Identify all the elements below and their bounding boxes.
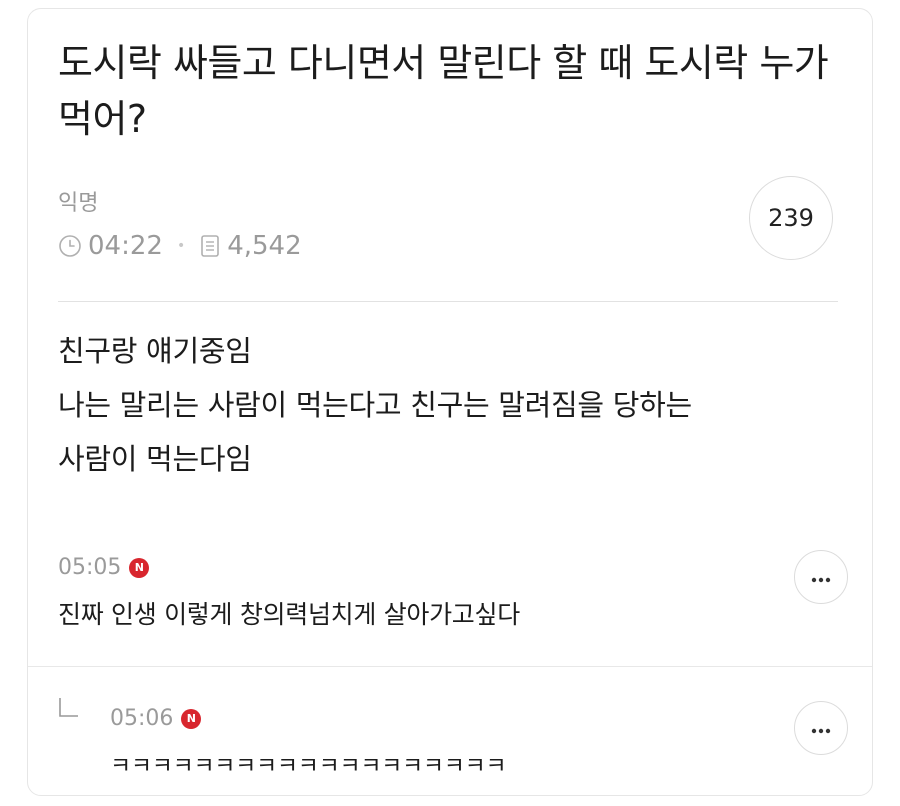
more-dots-icon xyxy=(811,719,831,738)
comment-divider xyxy=(28,666,872,667)
comment-count-button[interactable]: 239 xyxy=(749,176,833,260)
post-body-line: 친구랑 얘기중임 xyxy=(58,334,252,368)
comment-time: 05:05 N xyxy=(58,555,150,580)
post-body: 친구랑 얘기중임 나는 말리는 사람이 먹는다고 친구는 말려짐을 당하는 사람… xyxy=(58,324,848,486)
post-time: 04:22 xyxy=(58,231,163,261)
more-dots-icon xyxy=(811,568,831,587)
post-views-text: 4,542 xyxy=(227,231,302,261)
post-card: 도시락 싸들고 다니면서 말린다 할 때 도시락 누가먹어? 익명 04:22 … xyxy=(27,8,873,796)
post-views: 4,542 xyxy=(199,231,302,261)
clock-icon xyxy=(58,234,82,258)
new-badge: N xyxy=(129,557,150,578)
comment-more-button[interactable] xyxy=(794,550,848,604)
post-meta: 04:22 • 4,542 xyxy=(58,231,302,261)
new-badge: N xyxy=(181,708,202,729)
reply-time: 05:06 N xyxy=(110,706,202,731)
post-body-line: 사람이 먹는다임 xyxy=(58,442,252,476)
reply-more-button[interactable] xyxy=(794,701,848,755)
post-body-line: 나는 말리는 사람이 먹는다고 친구는 말려짐을 당하는 xyxy=(58,388,692,422)
comment-text: 진짜 인생 이렇게 창의력넘치게 살아가고싶다 xyxy=(58,600,520,629)
meta-separator: • xyxy=(176,238,186,254)
post-title: 도시락 싸들고 다니면서 말린다 할 때 도시락 누가먹어? xyxy=(58,41,829,141)
post-time-text: 04:22 xyxy=(88,231,163,261)
reply-time-text: 05:06 xyxy=(110,706,174,731)
post-author: 익명 xyxy=(58,191,99,216)
document-icon xyxy=(199,234,221,258)
header-divider xyxy=(58,301,838,302)
reply-arrow-icon xyxy=(58,697,80,723)
comment-time-text: 05:05 xyxy=(58,555,122,580)
reply-text: ㅋㅋㅋㅋㅋㅋㅋㅋㅋㅋㅋㅋㅋㅋㅋㅋㅋㅋㅋ xyxy=(110,753,507,779)
